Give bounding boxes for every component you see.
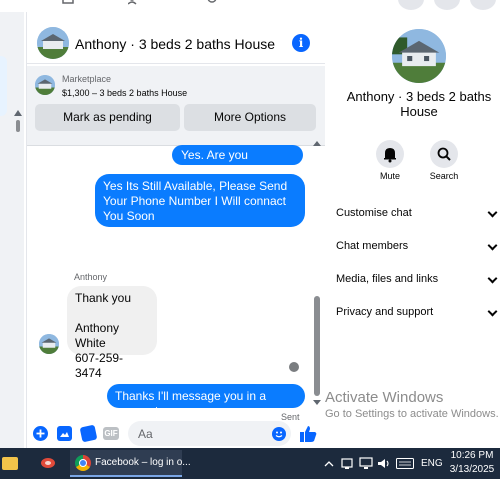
sender-avatar[interactable]	[39, 334, 59, 354]
marketplace-label: Marketplace	[62, 74, 112, 84]
row-label: Customise chat	[336, 207, 412, 219]
chevron-down-icon	[487, 306, 498, 317]
activation-watermark-title: Activate Windows	[325, 389, 444, 406]
mute-label: Mute	[379, 171, 400, 181]
media-files-links-row[interactable]: Media, files and links	[336, 268, 500, 290]
message-incoming[interactable]: Thank you Anthony White 607-259-3474	[67, 286, 157, 380]
message-outgoing[interactable]: Thanks I'll message you in a moment	[107, 384, 305, 418]
file-explorer-icon[interactable]	[2, 457, 18, 470]
taskbar-window-label: Facebook – log in o...	[95, 457, 191, 468]
keyboard-icon[interactable]	[396, 458, 414, 469]
notifications-button[interactable]	[470, 0, 496, 10]
left-page-edge	[0, 12, 24, 448]
chat-title[interactable]: Anthony · 3 beds 2 baths House	[75, 36, 275, 52]
message-outgoing[interactable]: Yes. Are you interested?	[172, 145, 303, 177]
house-photo	[35, 75, 55, 95]
row-label: Media, files and links	[336, 273, 439, 285]
groups-icon[interactable]	[206, 0, 218, 6]
scrollbar-thumb[interactable]	[16, 120, 20, 132]
chevron-down-icon	[487, 273, 498, 284]
network-icon[interactable]	[341, 457, 353, 470]
people-icon[interactable]	[128, 0, 140, 6]
scroll-up-arrow[interactable]	[14, 110, 22, 116]
chat-scroll-up-arrow[interactable]	[313, 141, 321, 146]
message-composer: GIF	[27, 416, 325, 448]
chat-header: Anthony · 3 beds 2 baths House i	[27, 12, 325, 64]
clock-time[interactable]: 10:26 PM	[450, 450, 494, 461]
sticker-icon[interactable]	[79, 424, 98, 443]
message-line: Anthony White	[75, 321, 120, 350]
conversation-avatar[interactable]	[37, 27, 69, 59]
photo-icon[interactable]	[57, 426, 72, 441]
sender-name: Anthony	[74, 272, 108, 282]
active-indicator	[70, 475, 182, 477]
panel-avatar[interactable]	[392, 29, 446, 83]
activation-watermark-subtitle: Go to Settings to activate Windows.	[325, 408, 499, 420]
gif-icon[interactable]: GIF	[103, 427, 119, 440]
listing-thumbnail[interactable]	[35, 75, 55, 95]
chat-window: Anthony · 3 beds 2 baths House i Marketp…	[26, 12, 325, 448]
taskbar: Facebook – log in o... ENG 10:26 PM 3/13…	[0, 448, 500, 479]
message-input[interactable]	[128, 421, 291, 446]
store-icon[interactable]	[62, 0, 74, 6]
chevron-up-icon[interactable]	[324, 460, 334, 467]
mark-as-pending-button[interactable]: Mark as pending	[35, 104, 180, 131]
messenger-button[interactable]	[434, 0, 460, 10]
chevron-down-icon	[487, 207, 498, 218]
chat-members-row[interactable]: Chat members	[336, 235, 500, 257]
chat-scroll-down-arrow[interactable]	[313, 400, 321, 405]
message-outgoing[interactable]: Yes Its Still Available, Please Send You…	[95, 174, 305, 227]
listing-title[interactable]: $1,300 – 3 beds 2 baths House	[62, 88, 187, 98]
info-icon[interactable]: i	[292, 34, 310, 52]
house-photo	[37, 27, 69, 59]
chrome-taskbar-button[interactable]: Facebook – log in o...	[70, 450, 191, 477]
clock-date[interactable]: 3/13/2025	[448, 464, 496, 475]
search-button[interactable]	[430, 140, 458, 168]
chrome-icon	[75, 455, 91, 471]
house-photo	[392, 29, 446, 83]
selected-listing-tab[interactable]	[0, 56, 7, 116]
emoji-icon[interactable]	[272, 427, 286, 441]
search-label: Search	[429, 171, 459, 181]
message-line: Thank you	[75, 291, 132, 305]
message-list: Yes. Are you interested? Yes Its Still A…	[27, 145, 325, 422]
mute-button[interactable]	[376, 140, 404, 168]
search-icon	[437, 147, 451, 161]
privacy-support-row[interactable]: Privacy and support	[336, 301, 500, 323]
panel-title: Anthony · 3 beds 2 baths House	[346, 89, 492, 119]
input-language[interactable]: ENG	[421, 458, 443, 469]
row-label: Chat members	[336, 240, 409, 252]
chevron-down-icon	[487, 240, 498, 251]
app-icon[interactable]	[40, 456, 56, 470]
volume-icon[interactable]	[377, 457, 391, 470]
menu-button[interactable]	[398, 0, 424, 10]
add-icon[interactable]	[33, 426, 48, 441]
chat-scrollbar-thumb[interactable]	[314, 296, 320, 396]
message-line: 607-259-3474	[75, 351, 124, 380]
seen-avatar	[289, 362, 299, 372]
conversation-details-panel: Anthony · 3 beds 2 baths House Mute Sear…	[326, 12, 500, 448]
customise-chat-row[interactable]: Customise chat	[336, 202, 500, 224]
monitor-icon[interactable]	[359, 457, 373, 470]
top-nav-strip	[0, 0, 500, 12]
row-label: Privacy and support	[336, 306, 434, 318]
more-options-button[interactable]: More Options	[184, 104, 316, 131]
like-icon[interactable]	[298, 424, 318, 444]
house-photo	[39, 334, 59, 354]
marketplace-banner: Marketplace $1,300 – 3 beds 2 baths Hous…	[27, 66, 325, 146]
bell-icon	[384, 148, 396, 163]
